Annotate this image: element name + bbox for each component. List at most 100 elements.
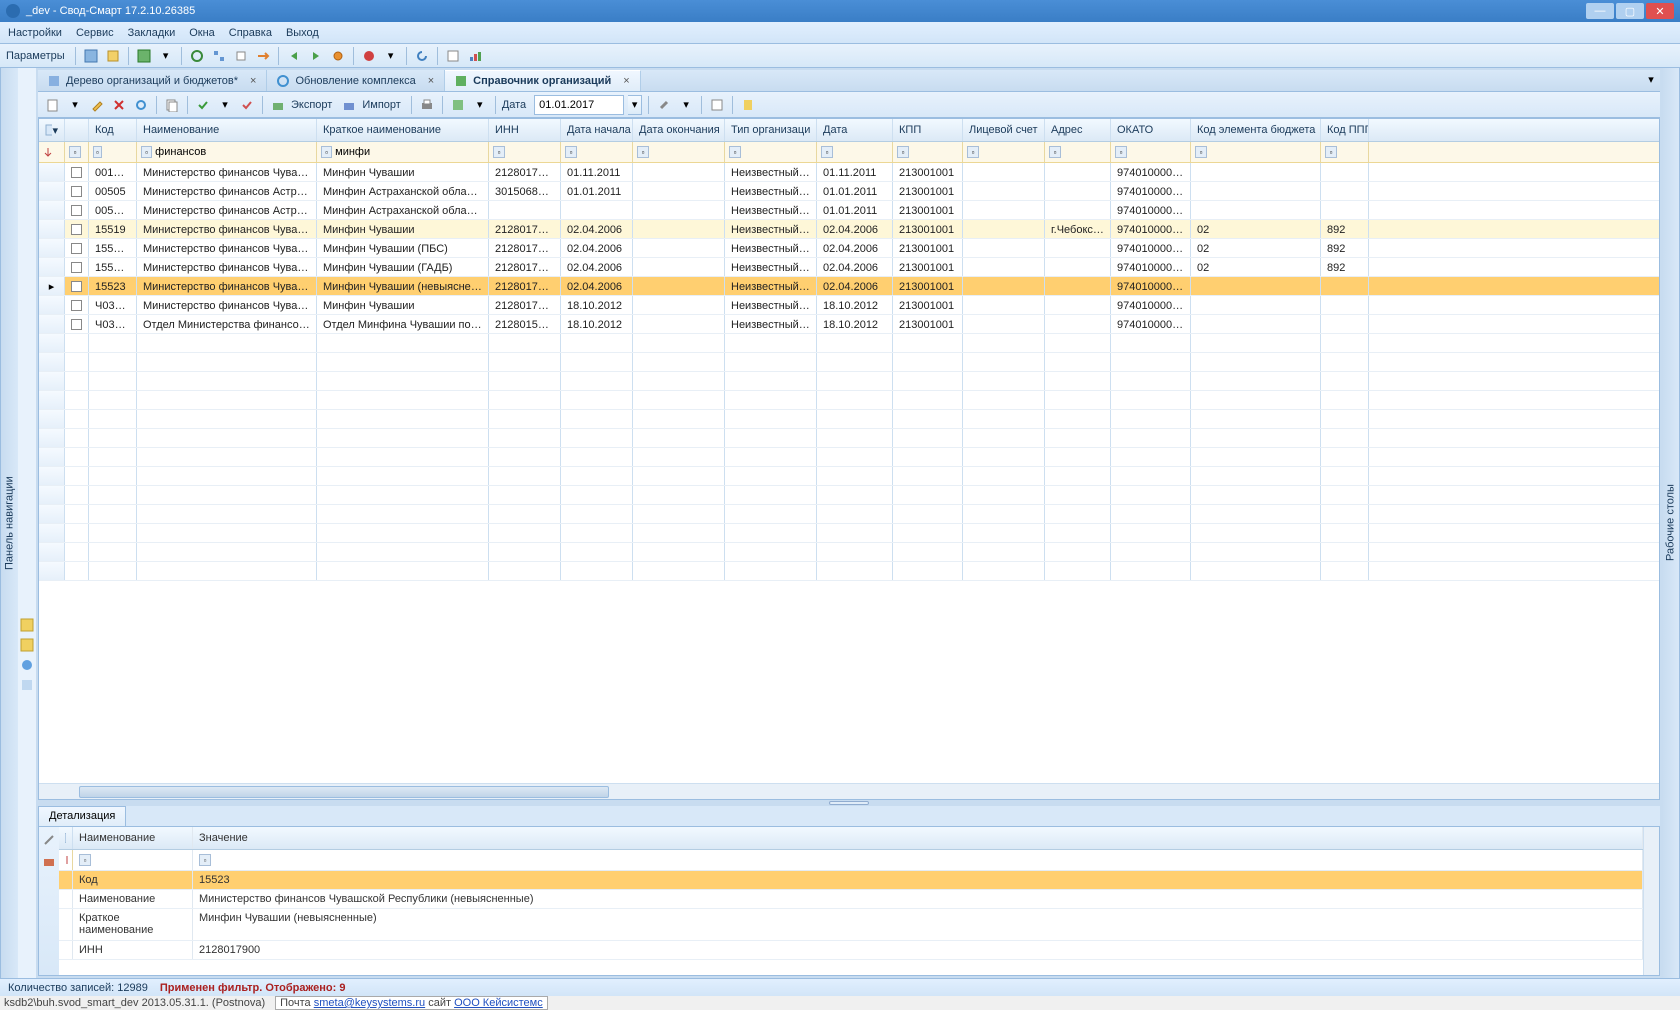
dock-icon-1[interactable] <box>20 618 34 632</box>
date-input[interactable] <box>534 95 624 115</box>
table-row[interactable]: 0050…Министерство финансов Астра…Минфин … <box>39 201 1659 220</box>
filter-btn-icon[interactable]: ▫ <box>637 146 649 158</box>
detail-scrollbar[interactable] <box>1643 827 1659 975</box>
date-dropdown-icon[interactable]: ▾ <box>628 95 642 115</box>
tab-close-icon[interactable]: × <box>250 75 256 87</box>
toolbar-params-label[interactable]: Параметры <box>6 50 65 62</box>
col-date-end[interactable]: Дата окончания <box>633 119 725 141</box>
refresh2-icon[interactable] <box>132 96 150 114</box>
detail-col-selector[interactable] <box>59 827 73 849</box>
maximize-button[interactable]: ▢ <box>1616 3 1644 19</box>
tabs-menu-icon[interactable]: ▾ <box>1642 70 1660 88</box>
excel-icon[interactable] <box>135 47 153 65</box>
grid-body[interactable]: 0015…Министерство финансов Чува…Минфин Ч… <box>39 163 1659 783</box>
detail-row[interactable]: Код15523 <box>59 871 1643 890</box>
col-shortname[interactable]: Краткое наименование <box>317 119 489 141</box>
filter-btn-icon[interactable]: ▫ <box>321 146 332 158</box>
filter-btn-icon[interactable]: ▫ <box>79 854 91 866</box>
filter-btn-icon[interactable]: ▫ <box>1195 146 1207 158</box>
filter-btn-icon[interactable]: ▫ <box>69 146 81 158</box>
edit-icon[interactable] <box>88 96 106 114</box>
close-button[interactable]: ✕ <box>1646 3 1674 19</box>
filter-btn-icon[interactable]: ▫ <box>199 854 211 866</box>
menu-bookmarks[interactable]: Закладки <box>128 27 176 39</box>
detail-col-value[interactable]: Значение <box>193 827 1643 849</box>
menu-windows[interactable]: Окна <box>189 27 215 39</box>
col-name[interactable]: Наименование <box>137 119 317 141</box>
detail-col-name[interactable]: Наименование <box>73 827 193 849</box>
uncheck-icon[interactable] <box>238 96 256 114</box>
tab-tree[interactable]: Дерево организаций и бюджетов*× <box>38 70 267 91</box>
table-row[interactable]: 155194Министерство финансов Чува…Минфин … <box>39 258 1659 277</box>
tab-update[interactable]: Обновление комплекса× <box>267 70 445 91</box>
filter-btn-icon[interactable]: ▫ <box>141 146 152 158</box>
table-row[interactable]: Ч034…Отдел Министерства финансов…Отдел М… <box>39 315 1659 334</box>
detail-tab[interactable]: Детализация <box>38 806 126 826</box>
filter-btn-icon[interactable]: ▫ <box>967 146 979 158</box>
col-ppp[interactable]: Код ППП <box>1321 119 1369 141</box>
filter-btn-icon[interactable]: ▫ <box>1049 146 1061 158</box>
check-icon[interactable] <box>194 96 212 114</box>
col-kpp[interactable]: КПП <box>893 119 963 141</box>
row-checkbox[interactable] <box>65 296 89 314</box>
detail-row[interactable]: ИНН2128017900 <box>59 941 1643 960</box>
print-icon[interactable] <box>418 96 436 114</box>
tool-dropdown-icon[interactable]: ▾ <box>677 96 695 114</box>
forward-icon[interactable] <box>307 47 325 65</box>
report-icon[interactable] <box>444 47 462 65</box>
chart-icon[interactable] <box>466 47 484 65</box>
filter-btn-icon[interactable]: ▫ <box>1325 146 1337 158</box>
menu-exit[interactable]: Выход <box>286 27 319 39</box>
tab-directory[interactable]: Справочник организаций× <box>445 70 641 91</box>
filter-sname-input[interactable] <box>335 146 484 158</box>
delete-icon[interactable] <box>110 96 128 114</box>
col-selector[interactable]: ▾ <box>39 119 65 141</box>
stop-icon[interactable] <box>360 47 378 65</box>
back-icon[interactable] <box>285 47 303 65</box>
filter-btn-icon[interactable]: ▫ <box>493 146 505 158</box>
menu-help[interactable]: Справка <box>229 27 272 39</box>
row-checkbox[interactable] <box>65 258 89 276</box>
copy-icon[interactable] <box>232 47 250 65</box>
list-icon[interactable] <box>708 96 726 114</box>
filter-btn-icon[interactable]: ▫ <box>1115 146 1127 158</box>
row-checkbox[interactable] <box>65 220 89 238</box>
col-account[interactable]: Лицевой счет <box>963 119 1045 141</box>
menu-service[interactable]: Сервис <box>76 27 114 39</box>
detail-row[interactable]: Краткое наименованиеМинфин Чувашии (невы… <box>59 909 1643 941</box>
tab-close-icon[interactable]: × <box>623 75 629 87</box>
menu-settings[interactable]: Настройки <box>8 27 62 39</box>
history-dropdown-icon[interactable]: ▾ <box>471 96 489 114</box>
row-checkbox[interactable] <box>65 239 89 257</box>
col-date[interactable]: Дата <box>817 119 893 141</box>
mail-link[interactable]: smeta@keysystems.ru <box>314 997 425 1009</box>
history-icon[interactable] <box>449 96 467 114</box>
detail-tool-icon[interactable] <box>40 831 58 849</box>
import-icon[interactable] <box>340 96 358 114</box>
table-row[interactable]: 155193Министерство финансов Чува…Минфин … <box>39 239 1659 258</box>
row-checkbox[interactable] <box>65 315 89 333</box>
copy2-icon[interactable] <box>163 96 181 114</box>
filter-btn-icon[interactable]: ▫ <box>93 146 102 158</box>
col-checkbox[interactable] <box>65 119 89 141</box>
filter-btn-icon[interactable]: ▫ <box>821 146 833 158</box>
filter-code-input[interactable] <box>105 146 132 158</box>
filter-name-input[interactable] <box>155 146 312 158</box>
filter-btn-icon[interactable]: ▫ <box>729 146 741 158</box>
tab-close-icon[interactable]: × <box>428 75 434 87</box>
filter-btn-icon[interactable]: ▫ <box>565 146 577 158</box>
table-row[interactable]: ▸15523Министерство финансов Чува…Минфин … <box>39 277 1659 296</box>
new-icon[interactable] <box>44 96 62 114</box>
tool-icon[interactable] <box>655 96 673 114</box>
dock-icon-3[interactable] <box>20 658 34 672</box>
table-row[interactable]: 15519Министерство финансов Чува…Минфин Ч… <box>39 220 1659 239</box>
filter-btn-icon[interactable]: ▫ <box>897 146 909 158</box>
row-checkbox[interactable] <box>65 163 89 181</box>
calc-icon[interactable] <box>82 47 100 65</box>
nav-panel-tab[interactable]: Панель навигации <box>0 68 18 978</box>
desktops-panel-tab[interactable]: Рабочие столы <box>1662 68 1680 978</box>
doc-icon[interactable]: ▾ <box>157 47 175 65</box>
minimize-button[interactable]: — <box>1586 3 1614 19</box>
check-dropdown-icon[interactable]: ▾ <box>216 96 234 114</box>
col-okato[interactable]: ОКАТО <box>1111 119 1191 141</box>
